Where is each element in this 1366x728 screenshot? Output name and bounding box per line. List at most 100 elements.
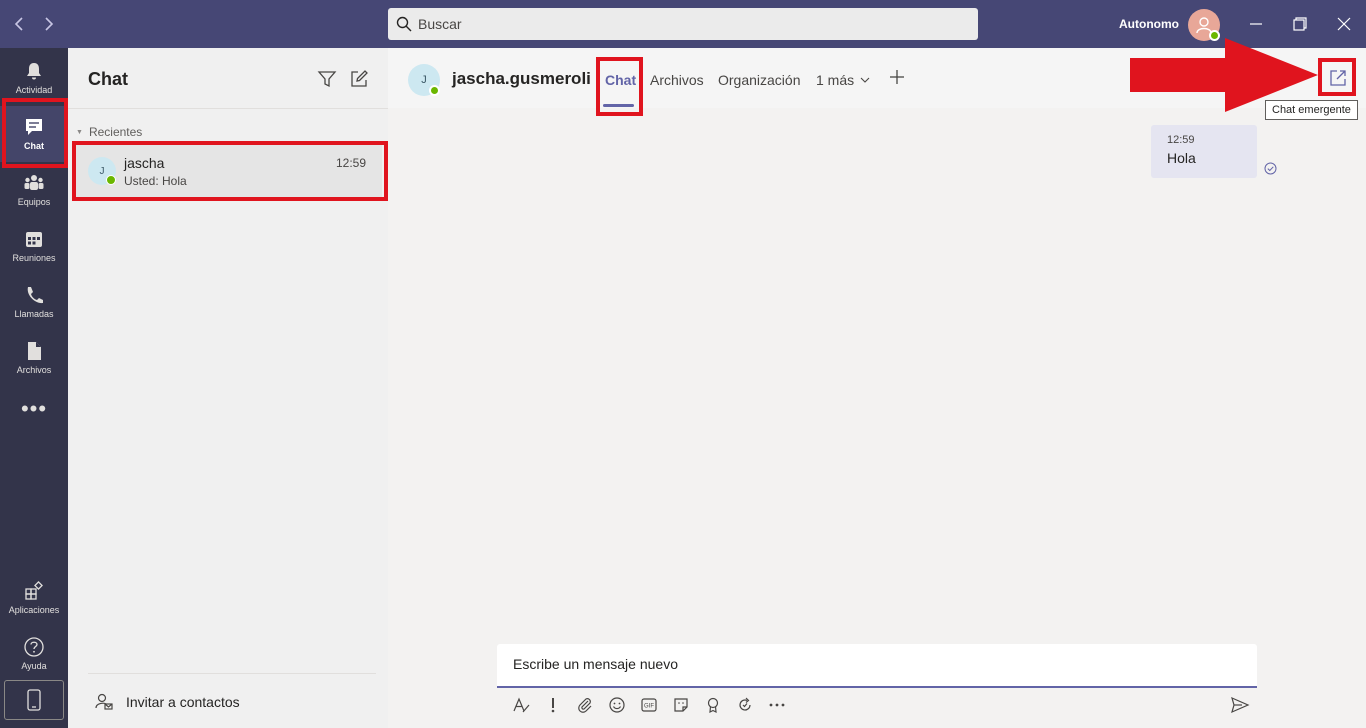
section-recientes[interactable]: ▼ Recientes xyxy=(76,125,142,139)
mobile-device-button[interactable] xyxy=(4,680,64,720)
chevron-right-icon[interactable] xyxy=(36,12,60,36)
maximize-button[interactable] xyxy=(1288,12,1312,36)
send-icon xyxy=(1231,696,1250,714)
emoji-button[interactable] xyxy=(605,693,629,717)
apps-icon xyxy=(25,581,43,600)
compose-toolbar: GIF xyxy=(509,693,789,717)
format-button[interactable] xyxy=(509,693,533,717)
rail-item-actividad[interactable]: Actividad xyxy=(0,50,68,106)
list-item[interactable]: J jascha Usted: Hola 12:59 xyxy=(74,144,382,198)
calendar-icon xyxy=(26,232,42,247)
close-button[interactable] xyxy=(1332,12,1356,36)
search-box[interactable] xyxy=(388,8,978,40)
section-label: Recientes xyxy=(88,125,143,139)
rail-item-reuniones[interactable]: Reuniones xyxy=(0,218,68,274)
format-icon xyxy=(513,697,530,713)
minimize-icon xyxy=(1250,23,1262,25)
presence-available-icon xyxy=(429,85,440,96)
praise-button[interactable] xyxy=(701,693,725,717)
more-apps-button[interactable]: ••• xyxy=(0,396,68,426)
file-icon xyxy=(28,342,41,360)
tab-archivos[interactable]: Archivos xyxy=(650,72,704,88)
avatar-initial: J xyxy=(421,74,427,86)
new-chat-button[interactable] xyxy=(348,68,370,90)
exclamation-icon xyxy=(551,698,555,713)
gif-icon: GIF xyxy=(641,698,657,712)
tab-chat[interactable]: Chat xyxy=(605,72,636,88)
chevron-down-icon xyxy=(860,77,870,83)
rail-item-label: Equipos xyxy=(17,197,51,207)
message-time: 12:59 xyxy=(1167,134,1195,146)
rail-item-chat[interactable]: Chat xyxy=(0,106,68,162)
rail-item-ayuda[interactable]: Ayuda xyxy=(0,626,68,682)
more-icon xyxy=(769,703,785,707)
chevron-left-icon[interactable] xyxy=(8,12,32,36)
invite-label: Invitar a contactos xyxy=(126,694,240,710)
rail-item-label: Llamadas xyxy=(14,309,54,319)
sent-check-icon xyxy=(1264,162,1277,175)
app-rail: Actividad Chat Equipos Reuniones Llamada… xyxy=(0,48,68,728)
loop-icon xyxy=(739,697,751,711)
tab-more-label: 1 más xyxy=(816,72,855,88)
gif-label: GIF xyxy=(644,704,654,710)
search-input[interactable] xyxy=(418,16,958,32)
chat-item-time: 12:59 xyxy=(335,156,366,170)
praise-badge-icon xyxy=(707,697,719,714)
user-name: Autonomo xyxy=(1119,17,1179,31)
avatar[interactable]: J xyxy=(408,64,440,96)
teams-icon xyxy=(24,175,44,190)
rail-item-aplicaciones[interactable]: Aplicaciones xyxy=(0,570,68,626)
close-icon xyxy=(1337,17,1351,31)
plus-icon xyxy=(890,70,904,84)
send-button[interactable] xyxy=(1228,693,1252,717)
tab-more[interactable]: 1 más xyxy=(816,72,870,88)
filter-button[interactable] xyxy=(316,68,338,90)
avatar: J xyxy=(88,157,116,185)
avatar-initial: J xyxy=(99,165,105,177)
chat-item-name: jascha xyxy=(124,155,165,171)
search-icon xyxy=(396,16,412,32)
avatar[interactable] xyxy=(1188,9,1220,41)
popout-icon xyxy=(1330,70,1346,86)
filter-icon xyxy=(317,71,337,88)
loop-button[interactable] xyxy=(733,693,757,717)
paperclip-icon xyxy=(578,698,592,713)
more-options-button[interactable] xyxy=(765,693,789,717)
caret-down-icon: ▼ xyxy=(76,128,83,136)
mobile-phone-icon xyxy=(27,689,41,711)
bell-icon xyxy=(27,63,41,80)
active-tab-indicator xyxy=(603,104,634,107)
tab-organizacion[interactable]: Organización xyxy=(718,72,801,88)
rail-item-label: Archivos xyxy=(16,365,52,375)
compose-box[interactable] xyxy=(497,644,1257,688)
rail-item-label: Chat xyxy=(24,141,44,151)
rail-item-label: Aplicaciones xyxy=(8,605,60,615)
message-bubble[interactable]: 12:59 Hola xyxy=(1151,125,1257,178)
minimize-button[interactable] xyxy=(1244,12,1268,36)
conversation-pane: J jascha.gusmeroli Chat Archivos Organiz… xyxy=(388,48,1366,728)
priority-button[interactable] xyxy=(541,693,565,717)
rail-item-label: Actividad xyxy=(15,85,53,95)
chat-list-pane: Chat ▼ Recientes J jascha Usted: Hola 12… xyxy=(68,48,388,728)
phone-icon xyxy=(27,287,43,304)
rail-item-equipos[interactable]: Equipos xyxy=(0,162,68,218)
divider xyxy=(88,673,376,674)
message-text: Hola xyxy=(1167,150,1196,166)
chat-item-preview: Usted: Hola xyxy=(124,174,187,188)
compose-icon xyxy=(351,70,368,87)
rail-item-label: Reuniones xyxy=(12,253,56,263)
sticker-button[interactable] xyxy=(669,693,693,717)
rail-item-llamadas[interactable]: Llamadas xyxy=(0,274,68,330)
add-tab-button[interactable] xyxy=(888,66,906,92)
divider xyxy=(68,108,388,109)
popout-chat-button[interactable] xyxy=(1328,68,1348,88)
maximize-icon xyxy=(1293,17,1307,31)
message-input[interactable] xyxy=(513,656,1233,672)
invite-contacts-button[interactable]: Invitar a contactos xyxy=(94,692,240,712)
presence-available-icon xyxy=(106,175,116,185)
gif-button[interactable]: GIF xyxy=(637,693,661,717)
chat-icon xyxy=(26,119,42,135)
rail-item-label: Ayuda xyxy=(21,661,47,671)
attach-button[interactable] xyxy=(573,693,597,717)
rail-item-archivos[interactable]: Archivos xyxy=(0,330,68,386)
